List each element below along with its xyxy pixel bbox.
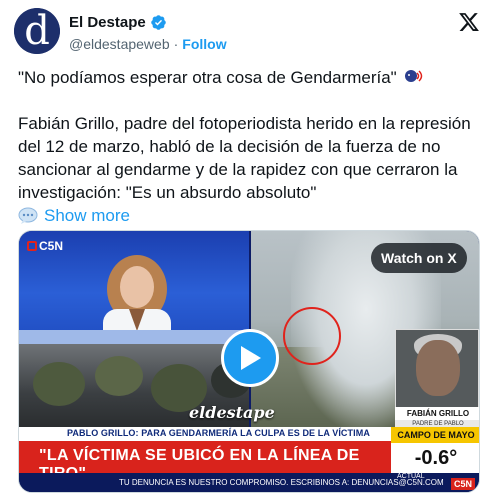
weather-temperature: -0.6° [391, 443, 479, 473]
follow-button[interactable]: Follow [182, 36, 226, 52]
chyron-main-bar: "LA VÍCTIMA SE UBICÓ EN LA LÍNEA DE TIRO… [19, 441, 391, 482]
watch-on-x-button[interactable]: Watch on X [371, 243, 467, 273]
channel-badge-text: C5N [39, 239, 64, 253]
tweet-line-quote: "No podíamos esperar otra cosa de Gendar… [18, 66, 484, 89]
name-row: El Destape [69, 14, 167, 31]
speech-bubble-icon [18, 207, 38, 224]
inset-name: FABIÁN GRILLO [395, 407, 479, 421]
show-more-link[interactable]: Show more [44, 204, 130, 227]
highlight-circle [283, 307, 341, 365]
verified-badge-icon [150, 15, 166, 30]
el-destape-logo-icon: d [14, 8, 60, 54]
quote-text: "No podíamos esperar otra cosa de Gendar… [18, 68, 397, 87]
separator: · [173, 36, 179, 52]
show-more-row: Show more [18, 204, 484, 227]
handle[interactable]: @eldestapeweb [69, 36, 170, 52]
handle-row: @eldestapeweb · Follow [69, 36, 227, 52]
eldestape-watermark: eldestape [189, 403, 275, 422]
chyron-top-text: PABLO GRILLO: PARA GENDARMERÍA LA CULPA … [67, 428, 370, 438]
tweet-header: d El Destape @eldestapeweb · Follow [14, 8, 484, 56]
display-name[interactable]: El Destape [69, 14, 146, 31]
speaking-head-icon [405, 70, 423, 82]
play-icon [241, 346, 261, 370]
inset-face [416, 340, 460, 396]
avatar[interactable]: d [14, 8, 60, 54]
svg-text:d: d [24, 8, 50, 54]
ticker-text: TU DENUNCIA ES NUESTRO COMPROMISO. ESCRI… [119, 478, 444, 487]
channel-badge: C5N [27, 239, 63, 253]
c5n-corner-logo: C5N [450, 478, 475, 490]
x-logo-icon[interactable] [458, 11, 480, 33]
tweet-text: "No podíamos esperar otra cosa de Gendar… [18, 66, 484, 227]
c5n-logo-icon [27, 241, 37, 251]
studio-desk [19, 330, 249, 344]
play-button[interactable] [221, 329, 279, 387]
tweet-body: Fabián Grillo, padre del fotoperiodista … [18, 114, 471, 202]
weather-sub-label: ACTUAL [397, 473, 425, 480]
video-player[interactable]: C5N FABIÁN GRILLO PADRE DE PABLO Watch o… [18, 230, 480, 493]
weather-location: CAMPO DE MAYO [391, 427, 479, 443]
